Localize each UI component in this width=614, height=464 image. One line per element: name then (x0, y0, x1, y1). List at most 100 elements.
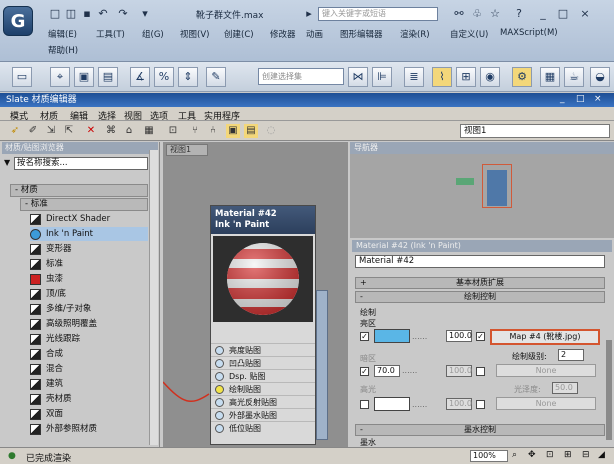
help-icon[interactable]: ? (512, 8, 526, 20)
rollout-paint-controls[interactable]: - 绘制控制 (355, 291, 605, 303)
parameter-editor-icon[interactable]: ▤ (244, 124, 258, 138)
category-standard[interactable]: - 标准 (20, 198, 148, 211)
pan-icon[interactable]: ✥ (528, 450, 536, 460)
assign-material-icon[interactable]: ⇱ (62, 124, 76, 138)
gloss-spinner[interactable]: 50.0 (552, 382, 578, 394)
list-item[interactable]: 建筑 (30, 377, 148, 391)
render-setup-icon[interactable]: ⚙ (512, 67, 532, 87)
lit-checkbox[interactable]: ✓ (360, 332, 369, 341)
view-select-dropdown[interactable]: 视图1 (460, 124, 610, 138)
menu-animation[interactable]: 动画 (306, 28, 323, 40)
move-children-icon[interactable]: ⌘ (104, 124, 118, 138)
slot-ink-map[interactable]: 外部墨水贴图 (211, 408, 315, 421)
schematic-view-icon[interactable]: ⊞ (456, 67, 476, 87)
list-item[interactable]: 多维/子对象 (30, 302, 148, 316)
menu-create[interactable]: 创建(C) (224, 28, 254, 40)
slot-highlight-map[interactable]: 高光反射贴图 (211, 395, 315, 408)
material-editor-icon[interactable]: ◉ (480, 67, 500, 87)
menu-group[interactable]: 组(G) (142, 28, 164, 40)
highlight-color-swatch[interactable] (374, 397, 410, 411)
paint-levels-spinner[interactable]: 2 (558, 349, 584, 361)
search-input[interactable]: 键入关键字或短语 (318, 7, 438, 21)
new-file-icon[interactable]: □ (48, 8, 62, 20)
slot-bump-map[interactable]: 凹凸贴图 (211, 356, 315, 369)
layout-children-icon[interactable]: ⑂ (188, 124, 202, 138)
material-name-field[interactable]: Material #42 (355, 255, 605, 268)
list-item[interactable]: 虫漆 (30, 272, 148, 286)
list-item[interactable]: 混合 (30, 362, 148, 376)
layout-icon[interactable]: ⊡ (166, 124, 180, 138)
eyedropper-icon[interactable]: ✐ (26, 124, 40, 138)
slate-close-icon[interactable]: × (594, 94, 602, 104)
spinner-snap-icon[interactable]: ⇕ (178, 67, 198, 87)
lit-color-swatch[interactable] (374, 329, 410, 343)
category-materials[interactable]: - 材质 (10, 184, 148, 197)
redo-icon[interactable]: ↷ (116, 8, 130, 20)
list-item-selected[interactable]: Ink 'n Paint (30, 227, 148, 241)
community-icon[interactable]: ♧ (470, 8, 484, 20)
dropdown-icon[interactable]: ▾ (138, 8, 152, 20)
edit-named-selection-icon[interactable]: ✎ (206, 67, 226, 87)
selection-set-dropdown[interactable]: 创建选择集 (258, 68, 344, 85)
hide-unused-icon[interactable]: ⌂ (122, 124, 136, 138)
zoom-region-icon[interactable]: ⊡ (546, 450, 554, 460)
highlight-map-button[interactable]: None (496, 397, 596, 410)
mirror-icon[interactable]: ⋈ (348, 67, 368, 87)
select-object-icon[interactable]: ⌖ (50, 67, 70, 87)
browser-scrollbar[interactable] (149, 150, 158, 445)
shaded-amount-spinner[interactable]: 100.0 (446, 365, 472, 377)
select-filter-icon[interactable]: ▭ (12, 67, 32, 87)
show-end-result-icon[interactable]: ⑃ (206, 124, 220, 138)
highlight-map-checkbox[interactable] (476, 400, 485, 409)
shaded-checkbox[interactable]: ✓ (360, 367, 369, 376)
lit-map-checkbox[interactable]: ✓ (476, 332, 485, 341)
list-item[interactable]: 标准 (30, 257, 148, 271)
put-to-scene-icon[interactable]: ⇲ (44, 124, 58, 138)
render-teapot-icon[interactable]: ◒ (590, 67, 610, 87)
zoom-field[interactable]: 100% (470, 450, 508, 462)
list-item[interactable]: 双面 (30, 407, 148, 421)
select-by-material-icon[interactable]: ◌ (264, 124, 278, 138)
slate-minimize-icon[interactable]: _ (560, 94, 565, 104)
minimize-icon[interactable]: _ (536, 8, 550, 20)
close-icon[interactable]: × (578, 8, 592, 20)
list-item[interactable]: 合成 (30, 347, 148, 361)
resize-grip-icon[interactable]: ◢ (598, 450, 605, 460)
list-item[interactable]: 壳材质 (30, 392, 148, 406)
rollout-basic-material[interactable]: + 基本材质扩展 (355, 277, 605, 289)
zoom-icon[interactable]: ⌕ (512, 450, 517, 460)
open-file-icon[interactable]: ◫ (64, 8, 78, 20)
delete-icon[interactable]: ✕ (84, 124, 98, 138)
menu-modifiers[interactable]: 修改器 (270, 28, 296, 40)
align-icon[interactable]: ⊫ (372, 67, 392, 87)
menu-rendering[interactable]: 渲染(R) (400, 28, 430, 40)
list-item[interactable]: 变形器 (30, 242, 148, 256)
save-icon[interactable]: ▪ (80, 8, 94, 20)
layer-manager-icon[interactable]: ≣ (404, 67, 424, 87)
lit-value-spinner[interactable]: 100.0 (446, 330, 472, 342)
rendered-frame-icon[interactable]: ▦ (540, 67, 560, 87)
material-node[interactable]: Material #42 Ink 'n Paint 亮度贴图 凹凸贴图 Dsp.… (210, 205, 316, 445)
list-item[interactable]: 高级照明覆盖 (30, 317, 148, 331)
window-crossing-icon[interactable]: ▤ (98, 67, 118, 87)
percent-snap-icon[interactable]: % (154, 67, 174, 87)
maximize-icon[interactable]: □ (556, 8, 570, 20)
browser-search-input[interactable]: 按名称搜索... (14, 157, 148, 170)
app-logo[interactable]: G (3, 6, 33, 36)
slot-low-map[interactable]: 低位贴图 (211, 421, 315, 434)
list-item[interactable]: 光线跟踪 (30, 332, 148, 346)
slot-paint-map[interactable]: 绘制贴图 (211, 382, 315, 395)
zoom-extents-icon[interactable]: ⊞ (564, 450, 572, 460)
shaded-map-button[interactable]: None (496, 364, 596, 377)
menu-edit[interactable]: 编辑(E) (48, 28, 77, 40)
list-item[interactable]: 顶/底 (30, 287, 148, 301)
material-map-navigator-icon[interactable]: ▣ (226, 124, 240, 138)
paint-map-button[interactable]: Map #4 (靴楼.jpg) (490, 329, 600, 345)
params-scrollbar[interactable] (606, 340, 612, 440)
select-tool-icon[interactable]: ➶ (8, 124, 22, 138)
undo-icon[interactable]: ↶ (96, 8, 110, 20)
slot-dsp-map[interactable]: Dsp. 贴图 (211, 369, 315, 382)
list-item[interactable]: 外部参照材质 (30, 422, 148, 436)
select-by-name-icon[interactable]: ▣ (74, 67, 94, 87)
menu-maxscript[interactable]: MAXScript(M) (500, 28, 558, 38)
